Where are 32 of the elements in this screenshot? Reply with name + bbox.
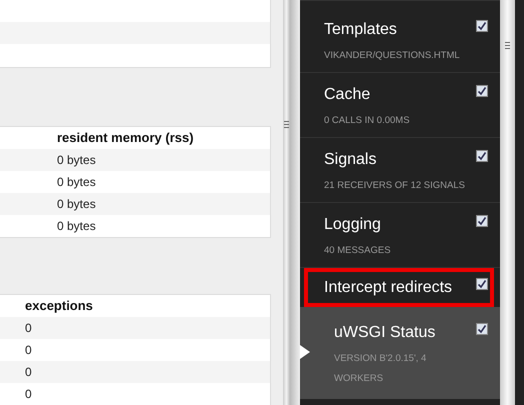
- checkbox[interactable]: [476, 215, 488, 227]
- checkbox[interactable]: [476, 323, 488, 335]
- grip-icon[interactable]: [505, 41, 510, 50]
- table-cell: 0 bytes: [0, 149, 270, 171]
- panel-title: Templates: [324, 20, 398, 40]
- grip-icon[interactable]: [284, 120, 289, 129]
- table-cell-text: 0: [24, 386, 33, 403]
- panel-subtitle: 40 MESSAGES: [324, 244, 391, 258]
- column-header: resident memory (rss): [56, 129, 195, 147]
- panel-subtitle: 21 RECEIVERS OF 12 SIGNALS: [324, 179, 465, 193]
- checkbox[interactable]: [476, 278, 488, 290]
- checkbox[interactable]: [476, 85, 488, 97]
- panel-item[interactable]: uWSGI Status VERSION B'2.0.15', 4 WORKERS: [300, 307, 500, 399]
- table-cell: 0 bytes: [0, 193, 270, 215]
- panel-subtitle: 0 CALLS IN 0.00MS: [324, 114, 410, 128]
- panel-item[interactable]: Intercept redirects: [304, 268, 494, 307]
- panel-title: uWSGI Status: [334, 323, 436, 343]
- table-cell-text: 0 bytes: [56, 174, 97, 191]
- panel-title: Logging: [324, 215, 382, 235]
- panel-title: Cache: [324, 85, 372, 105]
- panel-subtitle: VERSION B'2.0.15', 4 WORKERS: [334, 352, 428, 386]
- column-header: exceptions: [24, 297, 94, 315]
- checkbox[interactable]: [476, 20, 488, 32]
- pointer-icon: [300, 345, 310, 359]
- panel-title: Signals: [324, 150, 378, 170]
- checkbox[interactable]: [476, 150, 488, 162]
- table-cell-text: 0 bytes: [56, 218, 97, 235]
- panel-title: Intercept redirects: [324, 278, 452, 298]
- panel-subtitle: VIKANDER/QUESTIONS.HTML: [324, 49, 460, 63]
- table-cell: 0: [0, 317, 270, 339]
- table-cell-text: 0: [24, 342, 33, 359]
- table-cell: 0: [0, 361, 270, 383]
